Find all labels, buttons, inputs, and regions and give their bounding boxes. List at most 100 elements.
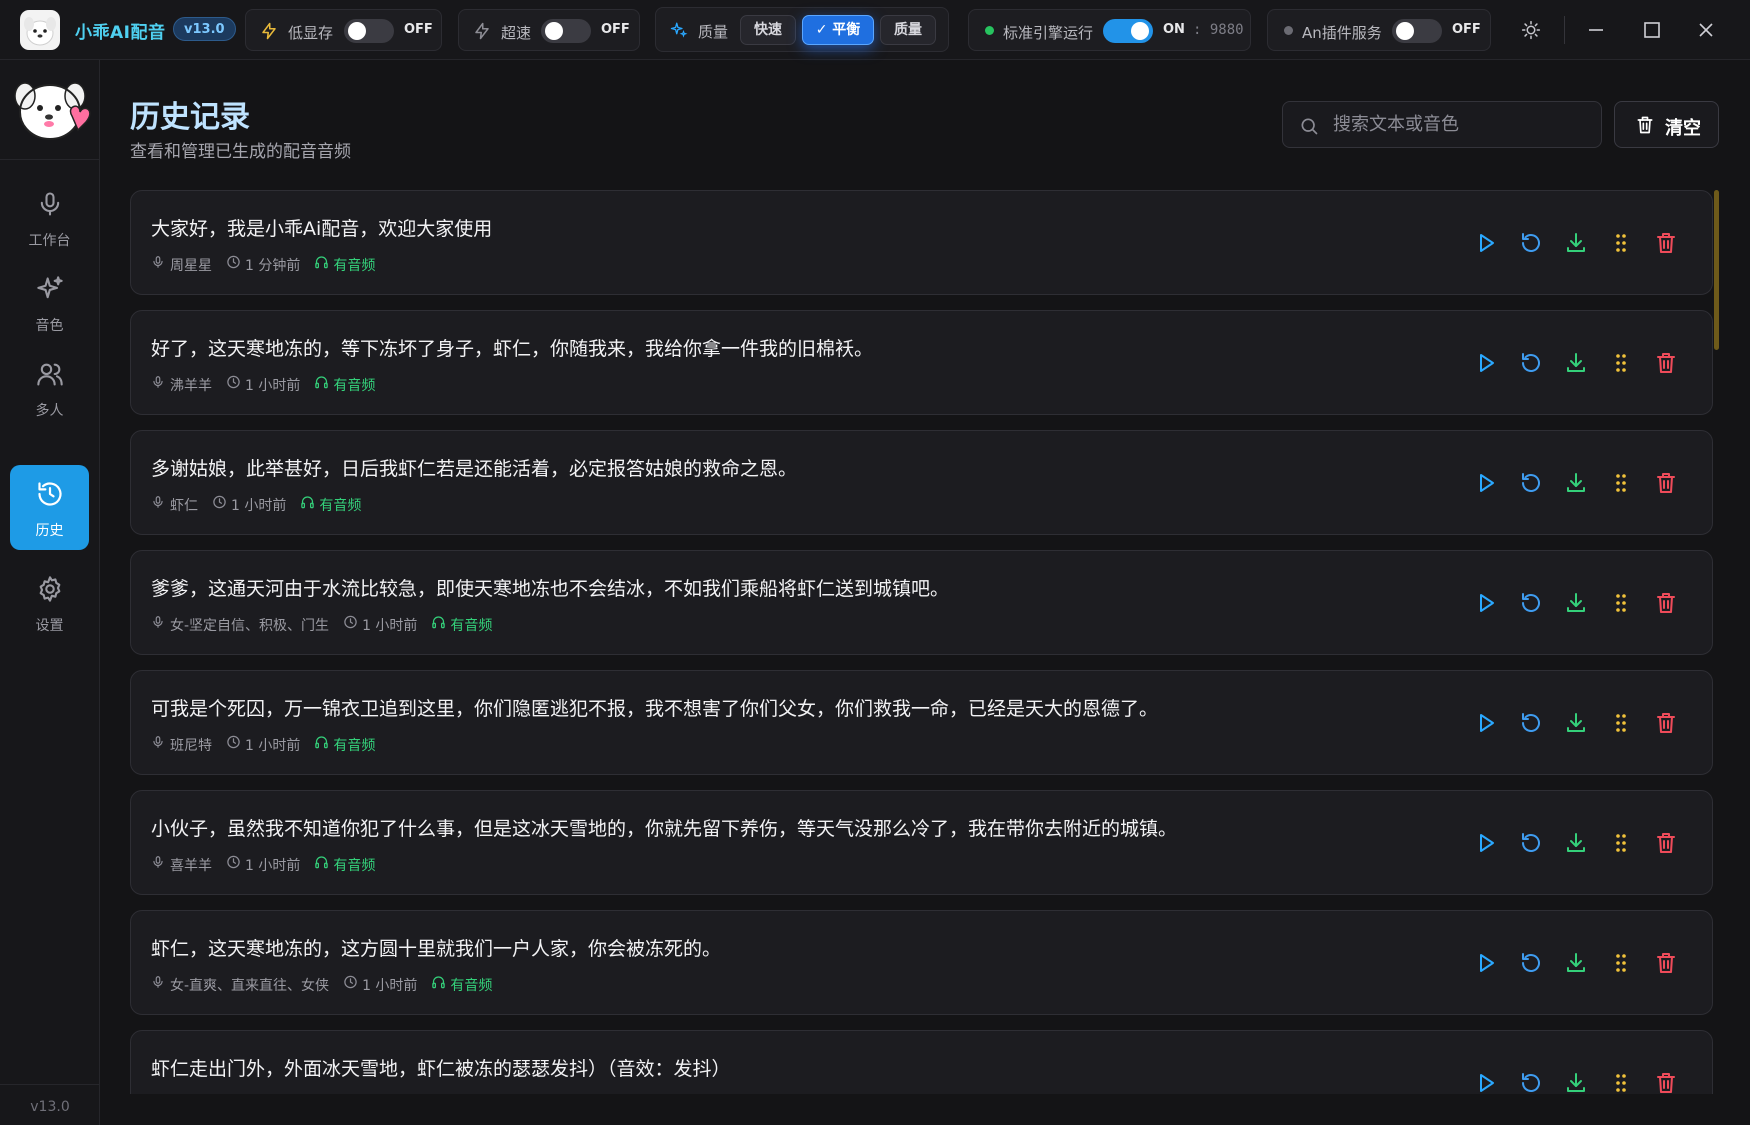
clock-icon bbox=[212, 494, 227, 510]
delete-icon[interactable] bbox=[1654, 351, 1678, 375]
mic-icon bbox=[151, 734, 165, 750]
download-icon[interactable] bbox=[1564, 831, 1588, 855]
history-voice: 喜羊羊 bbox=[170, 858, 212, 874]
theme-toggle-icon[interactable] bbox=[1521, 20, 1541, 40]
history-voice: 女-坚定自信、积极、门生 bbox=[170, 618, 330, 634]
turbo-toggle[interactable] bbox=[541, 19, 591, 43]
delete-icon[interactable] bbox=[1654, 471, 1678, 495]
low-memory-toggle[interactable] bbox=[344, 19, 394, 43]
quality-high-button[interactable]: 质量 bbox=[880, 15, 936, 45]
download-icon[interactable] bbox=[1564, 471, 1588, 495]
sidebar-item-history[interactable]: 历史 bbox=[10, 465, 89, 550]
clock-icon bbox=[343, 974, 358, 990]
download-icon[interactable] bbox=[1564, 1071, 1588, 1094]
sidebar-item-settings[interactable]: 设置 bbox=[10, 560, 89, 645]
gear-icon bbox=[36, 575, 64, 603]
mic-icon bbox=[151, 974, 165, 990]
history-text: 多谢姑娘，此举甚好，日后我虾仁若是还能活着，必定报答姑娘的救命之恩。 bbox=[151, 458, 798, 480]
download-icon[interactable] bbox=[1564, 351, 1588, 375]
history-card: 小伙子，虽然我不知道你犯了什么事，但是这冰天雪地的，你就先留下养伤，等天气没那么… bbox=[130, 790, 1713, 895]
sparkles-icon bbox=[36, 275, 64, 303]
drag-handle-icon[interactable] bbox=[1609, 351, 1633, 375]
maximize-icon[interactable] bbox=[1643, 21, 1661, 39]
sidebar-item-voices[interactable]: 音色 bbox=[10, 260, 89, 345]
search-input[interactable] bbox=[1333, 102, 1593, 147]
engine-port: : 9880 bbox=[1193, 22, 1244, 38]
quality-control: 质量 快速 ✓ 平衡 质量 bbox=[655, 7, 949, 52]
bottom-strip bbox=[100, 1094, 1750, 1125]
page-subtitle: 查看和管理已生成的配音音频 bbox=[130, 142, 351, 162]
delete-icon[interactable] bbox=[1654, 231, 1678, 255]
plugin-control: An插件服务 OFF bbox=[1267, 9, 1491, 51]
sidebar-item-label: 设置 bbox=[35, 618, 64, 634]
history-status: 有音频 bbox=[333, 858, 376, 874]
download-icon[interactable] bbox=[1564, 951, 1588, 975]
plugin-label: An插件服务 bbox=[1302, 24, 1382, 42]
download-icon[interactable] bbox=[1564, 711, 1588, 735]
play-icon[interactable] bbox=[1474, 951, 1498, 975]
history-text: 虾仁，这天寒地冻的，这方圆十里就我们一户人家，你会被冻死的。 bbox=[151, 938, 722, 960]
delete-icon[interactable] bbox=[1654, 951, 1678, 975]
sidebar-item-workbench[interactable]: 工作台 bbox=[10, 175, 89, 260]
drag-handle-icon[interactable] bbox=[1609, 231, 1633, 255]
clock-icon bbox=[226, 374, 241, 390]
minimize-icon[interactable] bbox=[1587, 21, 1605, 39]
regenerate-icon[interactable] bbox=[1519, 231, 1543, 255]
headphones-icon bbox=[431, 614, 446, 630]
engine-state: ON bbox=[1163, 22, 1185, 37]
play-icon[interactable] bbox=[1474, 1071, 1498, 1094]
regenerate-icon[interactable] bbox=[1519, 351, 1543, 375]
regenerate-icon[interactable] bbox=[1519, 591, 1543, 615]
headphones-icon bbox=[314, 374, 329, 390]
history-status: 有音频 bbox=[319, 498, 362, 514]
history-time: 1 小时前 bbox=[245, 738, 301, 754]
drag-handle-icon[interactable] bbox=[1609, 831, 1633, 855]
play-icon[interactable] bbox=[1474, 711, 1498, 735]
play-icon[interactable] bbox=[1474, 591, 1498, 615]
play-icon[interactable] bbox=[1474, 231, 1498, 255]
regenerate-icon[interactable] bbox=[1519, 711, 1543, 735]
quality-fast-button[interactable]: 快速 bbox=[740, 15, 796, 45]
drag-handle-icon[interactable] bbox=[1609, 951, 1633, 975]
regenerate-icon[interactable] bbox=[1519, 951, 1543, 975]
sidebar-version: v13.0 bbox=[30, 1099, 70, 1115]
engine-label: 标准引擎运行 bbox=[1003, 24, 1094, 42]
play-icon[interactable] bbox=[1474, 351, 1498, 375]
sidebar-mascot bbox=[0, 60, 100, 160]
history-card: 可我是个死囚，万一锦衣卫追到这里，你们隐匿逃犯不报，我不想害了你们父女，你们救我… bbox=[130, 670, 1713, 775]
sidebar-item-multi[interactable]: 多人 bbox=[10, 345, 89, 430]
version-badge: v13.0 bbox=[173, 17, 236, 41]
search-box bbox=[1282, 101, 1602, 148]
mic-icon bbox=[151, 254, 165, 270]
mic-icon bbox=[151, 854, 165, 870]
drag-handle-icon[interactable] bbox=[1609, 1071, 1633, 1094]
headphones-icon bbox=[314, 734, 329, 750]
history-time: 1 小时前 bbox=[231, 498, 287, 514]
drag-handle-icon[interactable] bbox=[1609, 471, 1633, 495]
regenerate-icon[interactable] bbox=[1519, 831, 1543, 855]
sidebar-item-label: 多人 bbox=[35, 403, 64, 419]
play-icon[interactable] bbox=[1474, 831, 1498, 855]
headphones-icon bbox=[300, 494, 315, 510]
delete-icon[interactable] bbox=[1654, 711, 1678, 735]
delete-icon[interactable] bbox=[1654, 831, 1678, 855]
history-voice: 沸羊羊 bbox=[170, 378, 212, 394]
play-icon[interactable] bbox=[1474, 471, 1498, 495]
download-icon[interactable] bbox=[1564, 231, 1588, 255]
engine-toggle[interactable] bbox=[1103, 19, 1153, 43]
delete-icon[interactable] bbox=[1654, 591, 1678, 615]
plugin-toggle[interactable] bbox=[1392, 19, 1442, 43]
quality-balanced-button[interactable]: ✓ 平衡 bbox=[802, 15, 874, 45]
download-icon[interactable] bbox=[1564, 591, 1588, 615]
scrollbar-thumb[interactable] bbox=[1714, 190, 1719, 350]
delete-icon[interactable] bbox=[1654, 1071, 1678, 1094]
drag-handle-icon[interactable] bbox=[1609, 711, 1633, 735]
regenerate-icon[interactable] bbox=[1519, 471, 1543, 495]
close-icon[interactable] bbox=[1697, 21, 1715, 39]
engine-status-dot bbox=[985, 26, 994, 35]
clear-button[interactable]: 清空 bbox=[1614, 101, 1719, 148]
low-memory-label: 低显存 bbox=[288, 24, 334, 42]
drag-handle-icon[interactable] bbox=[1609, 591, 1633, 615]
regenerate-icon[interactable] bbox=[1519, 1071, 1543, 1094]
clock-icon bbox=[226, 734, 241, 750]
